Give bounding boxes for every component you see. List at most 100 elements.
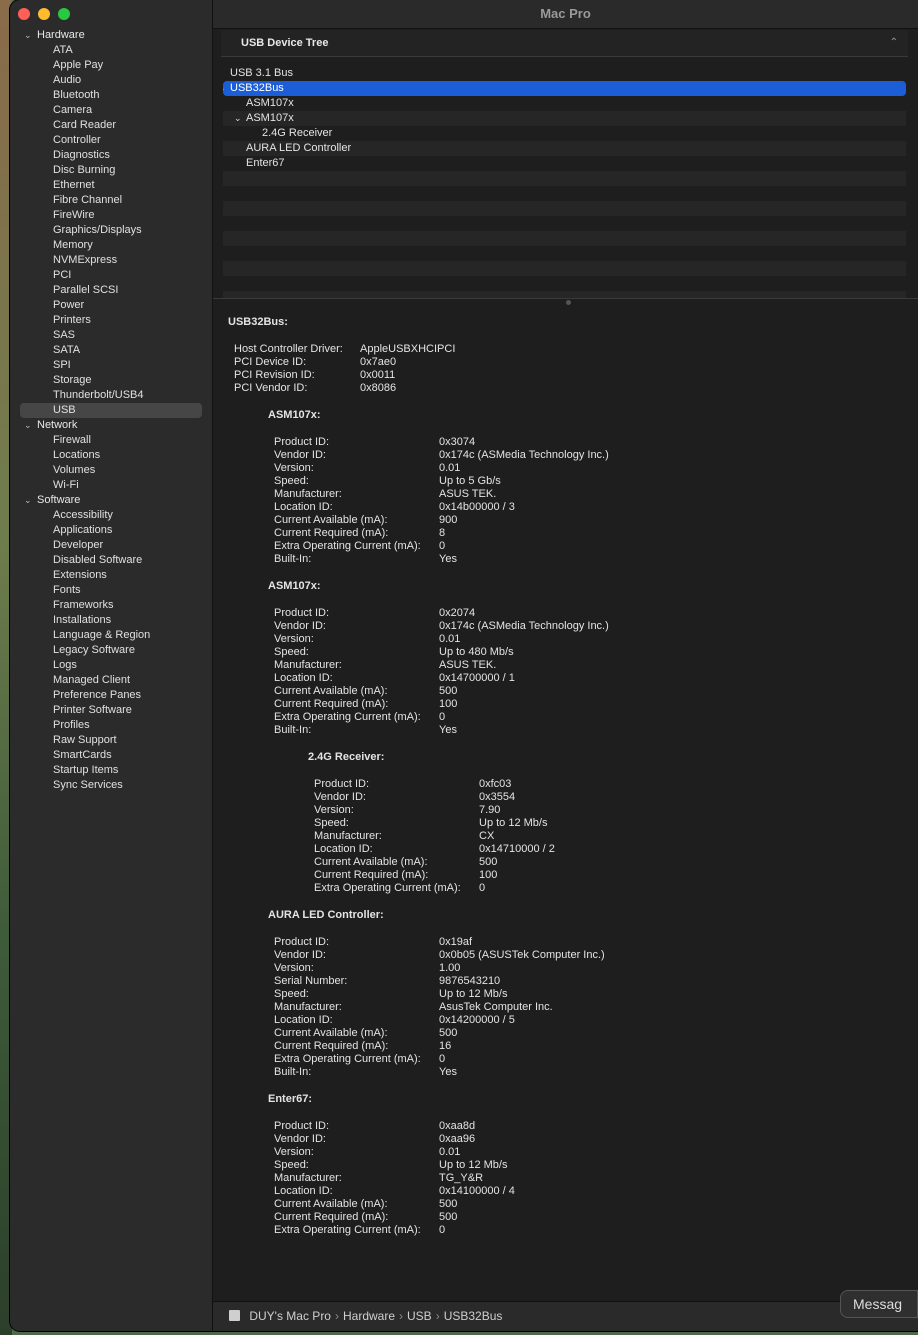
- sidebar-item-memory[interactable]: Memory: [10, 238, 212, 253]
- sidebar-item-logs[interactable]: Logs: [10, 658, 212, 673]
- tree-row[interactable]: ASM107x: [223, 96, 906, 111]
- breadcrumb-item-hardware[interactable]: Hardware: [343, 1309, 395, 1323]
- sidebar-item-firewall[interactable]: Firewall: [10, 433, 212, 448]
- device-prop-value: 1.00: [439, 962, 461, 974]
- sidebar-item-disabled-software[interactable]: Disabled Software: [10, 553, 212, 568]
- sidebar-item-profiles[interactable]: Profiles: [10, 718, 212, 733]
- messages-notification[interactable]: Messag: [840, 1290, 918, 1318]
- chevron-down-icon[interactable]: ⌄: [24, 418, 32, 433]
- device-prop-key: Vendor ID:: [314, 791, 366, 803]
- sidebar-item-legacy-software[interactable]: Legacy Software: [10, 643, 212, 658]
- sidebar-item-usb[interactable]: USB: [20, 403, 202, 418]
- sidebar-item-ethernet[interactable]: Ethernet: [10, 178, 212, 193]
- sidebar-item-power[interactable]: Power: [10, 298, 212, 313]
- pane-splitter[interactable]: [213, 298, 918, 307]
- sidebar-item-raw-support[interactable]: Raw Support: [10, 733, 212, 748]
- sidebar-section-network[interactable]: ⌄ Network: [10, 418, 212, 433]
- sidebar-item-language-region[interactable]: Language & Region: [10, 628, 212, 643]
- device-prop-key: Current Available (mA):: [274, 1027, 388, 1039]
- sidebar-item-accessibility[interactable]: Accessibility: [10, 508, 212, 523]
- tree-row[interactable]: USB 3.1 Bus: [223, 66, 906, 81]
- sidebar-item-smartcards[interactable]: SmartCards: [10, 748, 212, 763]
- sidebar-item-locations[interactable]: Locations: [10, 448, 212, 463]
- sidebar-item-ata[interactable]: ATA: [10, 43, 212, 58]
- usb-device-tree: USB 3.1 Bus ⌄ USB32Bus ASM107x ⌄ ASM107x 2.4G …: [223, 66, 906, 298]
- sidebar-item-camera[interactable]: Camera: [10, 103, 212, 118]
- sidebar-item-audio[interactable]: Audio: [10, 73, 212, 88]
- sidebar-item-card-reader[interactable]: Card Reader: [10, 118, 212, 133]
- device-prop-key: Manufacturer:: [274, 488, 342, 500]
- sidebar-item-extensions[interactable]: Extensions: [10, 568, 212, 583]
- sidebar-item-applications[interactable]: Applications: [10, 523, 212, 538]
- sidebar-item-sas[interactable]: SAS: [10, 328, 212, 343]
- breadcrumb-item-duy-s-mac-pro[interactable]: DUY's Mac Pro: [249, 1309, 331, 1323]
- sidebar-item-spi[interactable]: SPI: [10, 358, 212, 373]
- device-prop-key: Manufacturer:: [274, 1172, 342, 1184]
- sidebar-item-controller[interactable]: Controller: [10, 133, 212, 148]
- sidebar-item-fibre-channel[interactable]: Fibre Channel: [10, 193, 212, 208]
- sidebar-item-thunderbolt-usb4[interactable]: Thunderbolt/USB4: [10, 388, 212, 403]
- chevron-down-icon[interactable]: ⌄: [24, 28, 32, 43]
- sidebar-item-installations[interactable]: Installations: [10, 613, 212, 628]
- tree-row[interactable]: 2.4G Receiver: [223, 126, 906, 141]
- zoom-button[interactable]: [58, 8, 70, 20]
- sidebar-item-nvmexpress[interactable]: NVMExpress: [10, 253, 212, 268]
- sidebar-item-sync-services[interactable]: Sync Services: [10, 778, 212, 793]
- sidebar-item-pci[interactable]: PCI: [10, 268, 212, 283]
- sidebar-item-volumes[interactable]: Volumes: [10, 463, 212, 478]
- sidebar: ⌄ Hardware ATA Apple Pay Audio Bluetooth Camer…: [10, 0, 213, 1331]
- detail-key: PCI Device ID:: [234, 356, 307, 368]
- tree-row-empty: [223, 246, 906, 261]
- tree-row[interactable]: ⌄ USB32Bus: [223, 81, 906, 96]
- sidebar-item-bluetooth[interactable]: Bluetooth: [10, 88, 212, 103]
- sidebar-item-printer-software[interactable]: Printer Software: [10, 703, 212, 718]
- device-prop-row: Current Required (mA): 16: [228, 1040, 908, 1053]
- sidebar-item-graphics-displays[interactable]: Graphics/Displays: [10, 223, 212, 238]
- detail-value: 0x8086: [360, 382, 397, 394]
- sidebar-section-label: Network: [37, 419, 78, 431]
- device-prop-row: Version: 7.90: [228, 804, 908, 817]
- device-title: Enter67:: [268, 1093, 313, 1105]
- sidebar-item-frameworks[interactable]: Frameworks: [10, 598, 212, 613]
- chevron-down-icon[interactable]: ⌄: [24, 493, 32, 508]
- sidebar-item-firewire[interactable]: FireWire: [10, 208, 212, 223]
- sidebar-section-hardware[interactable]: ⌄ Hardware: [10, 28, 212, 43]
- minimize-button[interactable]: [38, 8, 50, 20]
- sidebar-item-managed-client[interactable]: Managed Client: [10, 673, 212, 688]
- window-title: Mac Pro: [213, 0, 918, 29]
- tree-row[interactable]: ⌄ ASM107x: [223, 111, 906, 126]
- tree-header[interactable]: USB Device Tree ⌃: [221, 30, 908, 57]
- detail-key: PCI Vendor ID:: [234, 382, 308, 394]
- sidebar-item-printers[interactable]: Printers: [10, 313, 212, 328]
- disclosure-open-icon[interactable]: ⌄: [234, 111, 242, 126]
- tree-row[interactable]: Enter67: [223, 156, 906, 171]
- breadcrumb-item-usb[interactable]: USB: [407, 1309, 432, 1323]
- sidebar-item-developer[interactable]: Developer: [10, 538, 212, 553]
- device-title: AURA LED Controller:: [268, 909, 384, 921]
- device-prop-key: Current Available (mA):: [274, 514, 388, 526]
- sidebar-section-software[interactable]: ⌄ Software: [10, 493, 212, 508]
- splitter-handle-icon[interactable]: [565, 300, 571, 305]
- sidebar-item-storage[interactable]: Storage: [10, 373, 212, 388]
- device-prop-value: Yes: [439, 1066, 457, 1078]
- sidebar-item-startup-items[interactable]: Startup Items: [10, 763, 212, 778]
- device-prop-value: 9876543210: [439, 975, 501, 987]
- sidebar-item-disc-burning[interactable]: Disc Burning: [10, 163, 212, 178]
- detail-value: AppleUSBXHCIPCI: [360, 343, 456, 355]
- tree-row-label: USB32Bus: [230, 82, 284, 94]
- close-button[interactable]: [18, 8, 30, 20]
- disclosure-open-icon[interactable]: ⌄: [223, 81, 226, 96]
- collapse-chevron-icon[interactable]: ⌃: [890, 30, 898, 56]
- breadcrumb-item-usb32bus[interactable]: USB32Bus: [444, 1309, 503, 1323]
- sidebar-item-fonts[interactable]: Fonts: [10, 583, 212, 598]
- device-prop-key: Current Required (mA):: [314, 869, 429, 881]
- device-title: 2.4G Receiver:: [308, 751, 385, 763]
- sidebar-item-apple-pay[interactable]: Apple Pay: [10, 58, 212, 73]
- tree-row-empty: [223, 201, 906, 216]
- tree-row[interactable]: AURA LED Controller: [223, 141, 906, 156]
- sidebar-item-wi-fi[interactable]: Wi-Fi: [10, 478, 212, 493]
- sidebar-item-preference-panes[interactable]: Preference Panes: [10, 688, 212, 703]
- sidebar-item-diagnostics[interactable]: Diagnostics: [10, 148, 212, 163]
- sidebar-item-sata[interactable]: SATA: [10, 343, 212, 358]
- sidebar-item-parallel-scsi[interactable]: Parallel SCSI: [10, 283, 212, 298]
